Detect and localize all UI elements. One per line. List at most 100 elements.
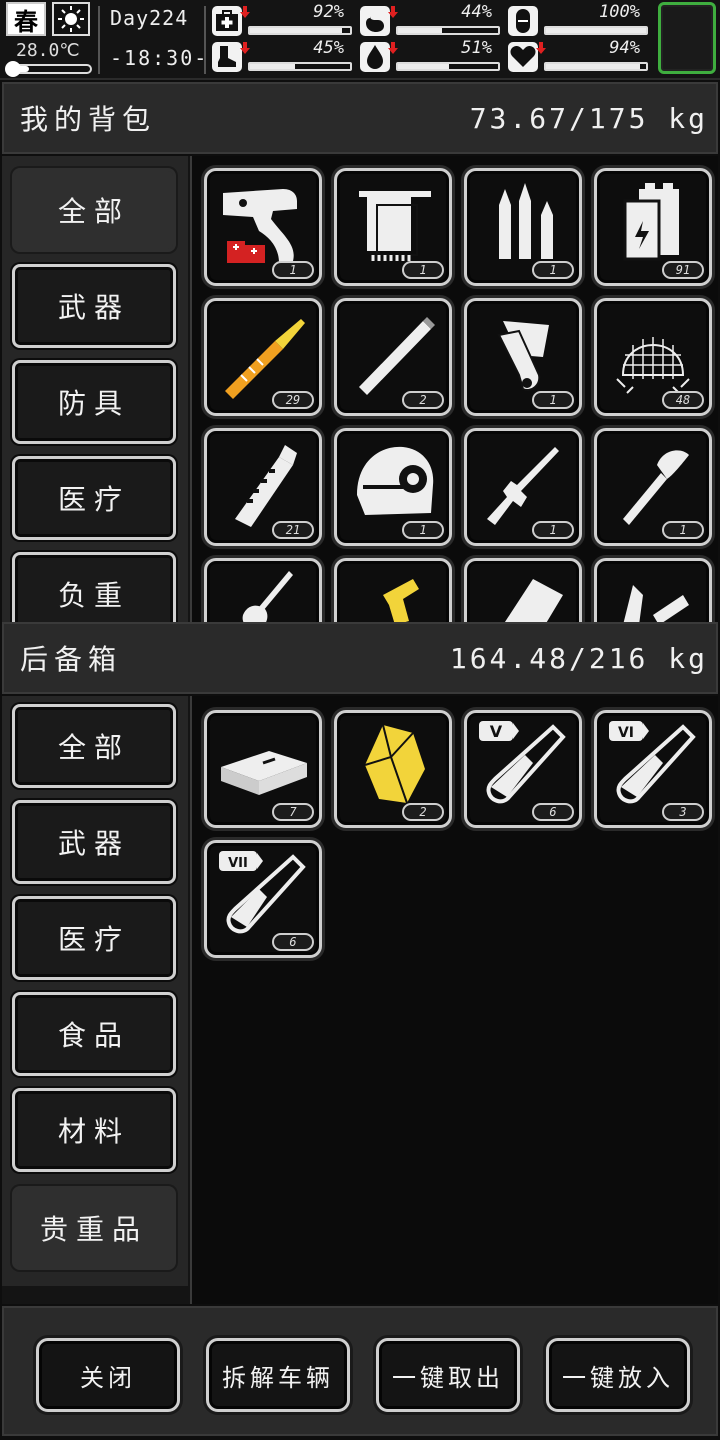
test-tube-v-icon: V [479, 721, 566, 804]
item-slot[interactable]: VII 6 [204, 840, 322, 958]
stat-health-value: 92% [313, 2, 344, 22]
svg-text:VII: VII [228, 856, 248, 871]
storage-header: 后备箱 164.48/216 kg [2, 622, 718, 694]
item-slot[interactable]: 1 [334, 428, 452, 546]
item-slot[interactable] [464, 558, 582, 622]
bullets-icon [499, 183, 553, 259]
stat-thirst-bar [396, 62, 500, 71]
item-slot[interactable]: V 6 [464, 710, 582, 828]
divider [98, 6, 100, 74]
storage-category-list: 全部 武器 医疗 食品 材料 贵重品 [2, 696, 188, 1286]
boot-icon [212, 42, 242, 72]
backpack-title: 我的背包 [20, 103, 157, 136]
storage-tab-food[interactable]: 食品 [12, 992, 176, 1076]
stat-hunger-value: 44% [461, 2, 492, 22]
season-badge: 春 [6, 2, 46, 36]
svg-text:V: V [490, 722, 503, 741]
rifle-icon [487, 447, 559, 525]
day-counter: Day224 [110, 6, 189, 30]
drill-icon [383, 579, 419, 622]
down-arrow-icon [240, 6, 250, 18]
stat-health-bar [248, 26, 352, 35]
item-slot[interactable]: 21 [204, 428, 322, 546]
item-slot[interactable]: 1 [204, 168, 322, 286]
battery-icon [623, 183, 679, 261]
backpack-header: 我的背包 73.67/175 kg [2, 82, 718, 154]
sun-icon [52, 2, 90, 36]
item-slot[interactable] [594, 558, 712, 622]
stat-pills-value: 100% [599, 2, 640, 22]
down-arrow-icon [536, 42, 546, 54]
stat-health: 92% [212, 2, 352, 38]
test-tube-vii-icon: VII [219, 851, 306, 934]
item-slot[interactable] [204, 558, 322, 622]
quick-slot[interactable] [658, 2, 716, 74]
divider [204, 6, 206, 74]
axe-icon [623, 450, 689, 525]
item-slot[interactable]: 2 [334, 710, 452, 828]
svg-text:VI: VI [618, 725, 634, 741]
storage-panel: 全部 武器 医疗 食品 材料 贵重品 7 2 V 6 VI 3 VII 6 [2, 696, 718, 1304]
stat-pills: 100% [508, 2, 648, 38]
stat-stamina-bar [248, 62, 352, 71]
storage-title: 后备箱 [20, 643, 123, 676]
storage-tab-materials[interactable]: 材料 [12, 1088, 176, 1172]
down-arrow-icon [388, 42, 398, 54]
stat-mood-value: 94% [609, 38, 640, 58]
storage-item-grid: 7 2 V 6 VI 3 VII 6 [190, 696, 718, 1304]
stat-thirst-value: 51% [461, 38, 492, 58]
stat-stamina-value: 45% [313, 38, 344, 58]
stat-mood-bar [544, 62, 648, 71]
stat-stamina: 45% [212, 38, 352, 74]
stat-hunger: 44% [360, 2, 500, 38]
gold-nugget-icon [364, 724, 425, 804]
item-slot[interactable]: 1 [464, 298, 582, 416]
item-slot[interactable]: 2 [334, 298, 452, 416]
dismantle-vehicle-button[interactable]: 拆解车辆 [206, 1338, 350, 1412]
case-icon [504, 579, 563, 622]
storage-tab-medical[interactable]: 医疗 [12, 896, 176, 980]
storage-tab-all[interactable]: 全部 [12, 704, 176, 788]
item-slot[interactable]: 1 [594, 428, 712, 546]
item-slot[interactable]: 1 [464, 168, 582, 286]
backpack-tab-carry[interactable]: 负重 [12, 552, 176, 622]
item-slot[interactable]: VI 3 [594, 710, 712, 828]
money-stack-icon [221, 751, 307, 795]
rocket-ammo-icon [225, 319, 305, 399]
status-bar: 春 28.0℃ Day224 -18:30- 92% 44% 100% 45% … [0, 0, 720, 80]
down-arrow-icon [240, 42, 250, 54]
storage-tab-valuables[interactable]: 贵重品 [12, 1186, 176, 1270]
backpack-tab-armor[interactable]: 防具 [12, 360, 176, 444]
storage-tab-weapons[interactable]: 武器 [12, 800, 176, 884]
backpack-panel: 全部 武器 防具 医疗 负重 1 1 1 91 29 2 1 48 21 1 1… [2, 156, 718, 622]
item-slot[interactable]: 29 [204, 298, 322, 416]
scrap-icon [623, 585, 689, 622]
shovel-icon [242, 571, 293, 622]
storage-weight: 164.48/216 kg [449, 641, 708, 675]
item-slot[interactable]: 48 [594, 298, 712, 416]
item-slot[interactable]: 1 [464, 428, 582, 546]
put-all-button[interactable]: 一键放入 [546, 1338, 690, 1412]
close-button[interactable]: 关闭 [36, 1338, 180, 1412]
backpack-item-grid: 1 1 1 91 29 2 1 48 21 1 1 1 [190, 156, 718, 622]
stat-thirst: 51% [360, 38, 500, 74]
stat-hunger-bar [396, 26, 500, 35]
down-arrow-icon [388, 6, 398, 18]
backpack-tab-all[interactable]: 全部 [12, 168, 176, 252]
take-all-button[interactable]: 一键取出 [376, 1338, 520, 1412]
scroll-icon [497, 321, 549, 391]
backpack-tab-medical[interactable]: 医疗 [12, 456, 176, 540]
stat-pills-bar [544, 26, 648, 35]
backpack-tab-weapons[interactable]: 武器 [12, 264, 176, 348]
heart-icon [508, 42, 538, 72]
clock: -18:30- [110, 46, 209, 70]
backpack-category-list: 全部 武器 防具 医疗 负重 [2, 156, 188, 622]
item-slot[interactable]: 1 [334, 168, 452, 286]
item-slot[interactable] [334, 558, 452, 622]
item-slot[interactable]: 7 [204, 710, 322, 828]
pill-icon [508, 6, 538, 36]
cigarette-icon [359, 317, 435, 395]
flare-gun-icon [223, 189, 297, 263]
helmet-icon [357, 446, 434, 515]
item-slot[interactable]: 91 [594, 168, 712, 286]
